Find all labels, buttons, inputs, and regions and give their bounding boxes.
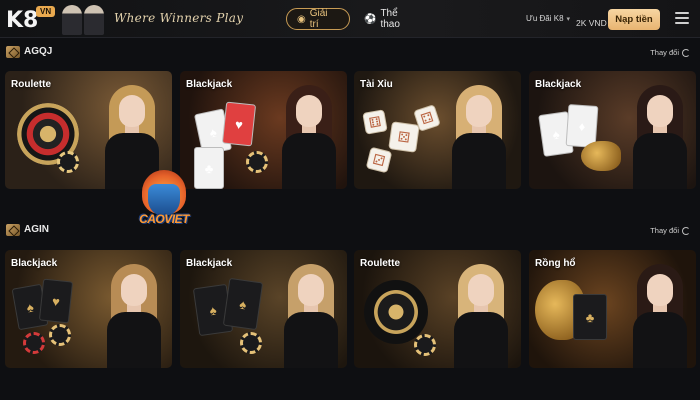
roulette-wheel — [364, 280, 428, 344]
promo-label: Ưu Đãi K8 — [526, 14, 564, 23]
nav-label: Giải trí — [309, 8, 328, 30]
club-card: ♣ — [194, 147, 224, 189]
chevron-down-icon: ▾ — [566, 16, 571, 23]
change-label: Thay đổi — [650, 48, 679, 57]
card-suit-icon — [6, 224, 20, 236]
dealer-figure — [452, 260, 510, 368]
refresh-icon — [682, 226, 690, 235]
game-label: Rồng hổ — [535, 258, 576, 269]
section-title: AGQJ — [24, 46, 53, 57]
balance-display: 2K VND — [576, 18, 607, 28]
game-label: Blackjack — [186, 79, 233, 90]
heart-card: ♥ — [221, 101, 257, 147]
logo-badge: VN — [36, 6, 56, 17]
refresh-icon — [682, 48, 690, 57]
dealer-figure — [105, 260, 163, 368]
menu-icon[interactable] — [675, 12, 689, 24]
game-card-blackjack[interactable]: Blackjack ♠ ♥ ♣ — [180, 71, 347, 189]
dealer-figure — [280, 81, 338, 189]
casino-chip — [23, 332, 45, 354]
change-button[interactable]: Thay đổi — [650, 48, 690, 57]
game-card-blackjack[interactable]: Blackjack ♠ ♦ — [529, 71, 696, 189]
ambassadors-image — [62, 3, 106, 35]
game-label: Roulette — [360, 258, 400, 269]
game-label: Blackjack — [11, 258, 58, 269]
section-title: AGIN — [24, 224, 49, 235]
heart-card: ♥ — [38, 278, 74, 324]
soccer-ball-icon: ⚽ — [364, 13, 377, 25]
club-card: ♣ — [573, 294, 607, 340]
casino-chip — [57, 151, 79, 173]
game-card-blackjack[interactable]: Blackjack ♠ ♥ — [5, 250, 172, 368]
game-card-rong-ho[interactable]: Rồng hổ ♣ — [529, 250, 696, 368]
game-label: Blackjack — [535, 79, 582, 90]
casino-chip — [246, 151, 268, 173]
card-suit-icon — [6, 46, 20, 58]
section-header-agqj: AGQJ Thay đổi — [0, 44, 700, 62]
dealer-figure — [631, 81, 689, 189]
change-label: Thay đổi — [650, 226, 679, 235]
nav-label: Thể thao — [380, 8, 400, 30]
game-label: Roulette — [11, 79, 51, 90]
gamepad-icon: ◉ — [297, 13, 306, 25]
dealer-figure — [282, 260, 340, 368]
watermark-text: CAOVIET — [139, 212, 189, 226]
dealer-figure — [631, 260, 689, 368]
golden-ox — [581, 141, 621, 171]
game-card-blackjack[interactable]: Blackjack ♠ ♠ — [180, 250, 347, 368]
ambassador-figure — [84, 5, 104, 35]
logo-text: K8 — [6, 8, 39, 33]
section-header-agin: AGIN Thay đổi — [0, 222, 700, 240]
ambassador-figure — [62, 5, 82, 35]
deposit-button[interactable]: Nạp tiền — [608, 9, 660, 30]
game-label: Tài Xỉu — [360, 79, 393, 90]
game-label: Blackjack — [186, 258, 233, 269]
dealer-figure — [450, 81, 508, 189]
dice: ⚂ — [365, 146, 393, 174]
nav-entertainment[interactable]: ◉ Giải trí — [286, 8, 350, 30]
top-header: K8 VN Where Winners Play ◉ Giải trí ⚽ Th… — [0, 0, 700, 38]
dice: ⚄ — [388, 121, 420, 153]
promo-dropdown[interactable]: Ưu Đãi K8 ▾ — [526, 14, 570, 23]
nav-sports[interactable]: ⚽ Thể thao — [354, 8, 412, 30]
slogan: Where Winners Play — [114, 11, 244, 25]
casino-chip — [414, 334, 436, 356]
casino-chip — [240, 332, 262, 354]
change-button[interactable]: Thay đổi — [650, 226, 690, 235]
caoviet-watermark: CAOVIET — [132, 170, 196, 240]
dice: ⚅ — [362, 109, 388, 135]
game-card-roulette[interactable]: Roulette — [354, 250, 521, 368]
game-card-tai-xiu[interactable]: Tài Xỉu ⚅ ⚄ ⚂ ⚃ — [354, 71, 521, 189]
spade-card: ♠ — [222, 277, 264, 331]
casino-chip — [49, 324, 71, 346]
